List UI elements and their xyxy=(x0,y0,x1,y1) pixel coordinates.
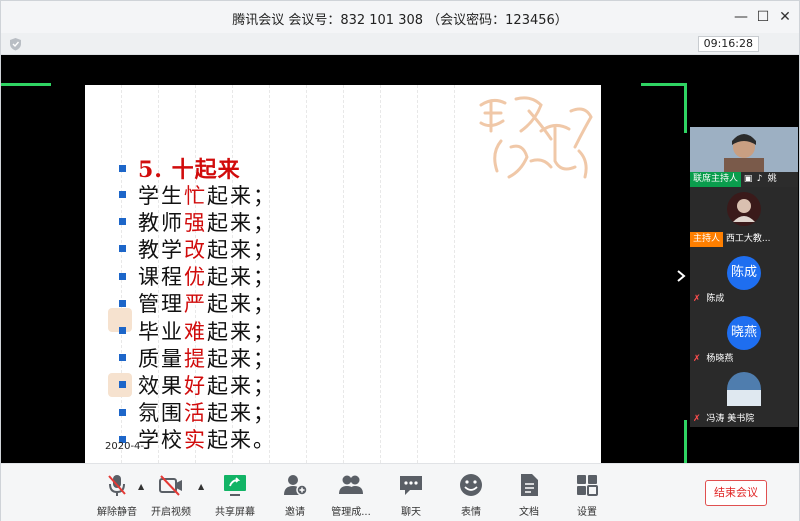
bullet-icon xyxy=(119,381,126,389)
participant-name: 姚 xyxy=(767,174,777,184)
presentation-slide: 5. 十起来 学生忙起来； 教师强起来； 教学改起来； 课程优起来； 管理严起来… xyxy=(85,85,601,463)
chevron-right-icon[interactable] xyxy=(675,269,687,283)
bullet-icon xyxy=(119,327,126,335)
bullet-icon xyxy=(119,354,126,362)
mic-muted-icon: ✗ xyxy=(693,414,701,424)
mic-icon: ♪ xyxy=(756,174,763,184)
share-screen-button[interactable]: 共享屏幕 xyxy=(205,472,265,518)
meeting-toolbar: 解除静音 ▲ 开启视频 ▲ 共享屏幕 邀请 管理成... 聊天 表情 文档 设置… xyxy=(1,463,799,521)
avatar: 晓燕 xyxy=(727,316,761,350)
bullet-icon xyxy=(119,164,126,172)
maximize-button[interactable]: ☐ xyxy=(753,7,773,27)
participant-panel: 联席主持人 ▣ ♪ 姚 主持人 西工大教... 陈成 ✗ 陈成 晓燕 ✗ 杨晓燕… xyxy=(690,127,798,445)
manage-members-button[interactable]: 管理成... xyxy=(321,472,381,518)
mic-muted-icon xyxy=(108,475,126,496)
co-host-tag: 联席主持人 xyxy=(690,172,742,187)
video-feed-icon xyxy=(690,127,798,172)
participant-name: 陈成 xyxy=(706,294,725,304)
screen-share-icon: ▣ xyxy=(743,174,753,184)
participant-tile[interactable]: 主持人 西工大教... xyxy=(690,187,798,247)
minimize-button[interactable]: — xyxy=(731,7,751,27)
avatar: 陈成 xyxy=(727,256,761,290)
share-frame-corner xyxy=(684,420,687,463)
slide-line: 毕业难起来； xyxy=(119,317,276,344)
documents-button[interactable]: 文档 xyxy=(499,472,559,518)
share-frame-corner xyxy=(684,83,687,133)
close-button[interactable]: ✕ xyxy=(775,7,795,27)
document-icon xyxy=(521,474,538,496)
title-bar: 腾讯会议 会议号：832 101 308 （会议密码：123456） — ☐ ✕ xyxy=(1,1,799,33)
reaction-button[interactable]: 表情 xyxy=(441,472,501,518)
settings-button[interactable]: 设置 xyxy=(557,472,617,518)
participant-name: 冯涛 美书院 xyxy=(706,414,755,424)
invite-button[interactable]: 邀请 xyxy=(265,472,325,518)
meeting-clock: 09:16:28 xyxy=(697,36,759,52)
participant-tile[interactable]: 陈成 ✗ 陈成 xyxy=(690,247,798,307)
participant-tile[interactable]: ✗ 冯涛 美书院 xyxy=(690,367,798,427)
caret-up-icon[interactable]: ▲ xyxy=(198,482,204,491)
slide-line: 课程优起来； xyxy=(119,263,276,290)
participant-tile[interactable]: 联席主持人 ▣ ♪ 姚 xyxy=(690,127,798,187)
slide-line: 质量提起来； xyxy=(119,344,276,371)
unmute-button[interactable]: 解除静音 xyxy=(87,472,147,518)
participant-name: 杨晓燕 xyxy=(706,354,734,364)
start-video-button[interactable]: 开启视频 xyxy=(141,472,201,518)
slide-date: 2020-4- xyxy=(105,441,145,452)
camera-off-icon xyxy=(159,475,182,496)
slide-bullet-list: 学生忙起来； 教师强起来； 教学改起来； 课程优起来； 管理严起来； 毕业难起来… xyxy=(119,181,276,453)
bullet-icon xyxy=(119,299,126,307)
share-frame-corner xyxy=(641,83,687,86)
slide-line: 教师强起来； xyxy=(119,208,276,235)
participant-name: 西工大教... xyxy=(725,234,771,244)
slide-line: 氛围活起来； xyxy=(119,399,276,426)
slide-heading: 5. 十起来 xyxy=(119,155,241,183)
meeting-window: 腾讯会议 会议号：832 101 308 （会议密码：123456） — ☐ ✕… xyxy=(0,0,800,521)
avatar xyxy=(727,192,761,226)
avatar xyxy=(727,372,761,406)
end-meeting-button[interactable]: 结束会议 xyxy=(705,480,767,506)
chat-icon xyxy=(400,476,422,495)
slide-line: 学生忙起来； xyxy=(119,181,276,208)
calligraphy-decoration-icon xyxy=(479,96,593,179)
bullet-icon xyxy=(119,272,126,280)
slide-line: 教学改起来； xyxy=(119,235,276,262)
emoji-icon xyxy=(460,474,482,496)
bullet-icon xyxy=(119,245,126,253)
shared-screen-stage: 5. 十起来 学生忙起来； 教师强起来； 教学改起来； 课程优起来； 管理严起来… xyxy=(1,55,799,463)
slide-line: 管理严起来； xyxy=(119,290,276,317)
bullet-icon xyxy=(119,191,126,199)
shield-icon[interactable] xyxy=(9,37,22,51)
participant-tile[interactable]: 晓燕 ✗ 杨晓燕 xyxy=(690,307,798,367)
members-icon xyxy=(339,475,363,494)
chat-button[interactable]: 聊天 xyxy=(381,472,441,518)
mic-muted-icon: ✗ xyxy=(693,294,701,304)
share-frame-corner xyxy=(1,83,51,86)
host-tag: 主持人 xyxy=(690,232,724,247)
share-screen-icon xyxy=(224,475,246,496)
bullet-icon xyxy=(119,218,126,226)
window-title: 腾讯会议 会议号：832 101 308 （会议密码：123456） xyxy=(232,13,568,28)
mic-muted-icon: ✗ xyxy=(693,354,701,364)
info-bar: 09:16:28 xyxy=(1,33,799,55)
add-user-icon xyxy=(284,475,308,496)
slide-line: 效果好起来； xyxy=(119,371,276,398)
settings-grid-icon xyxy=(577,475,598,496)
bullet-icon xyxy=(119,408,126,416)
